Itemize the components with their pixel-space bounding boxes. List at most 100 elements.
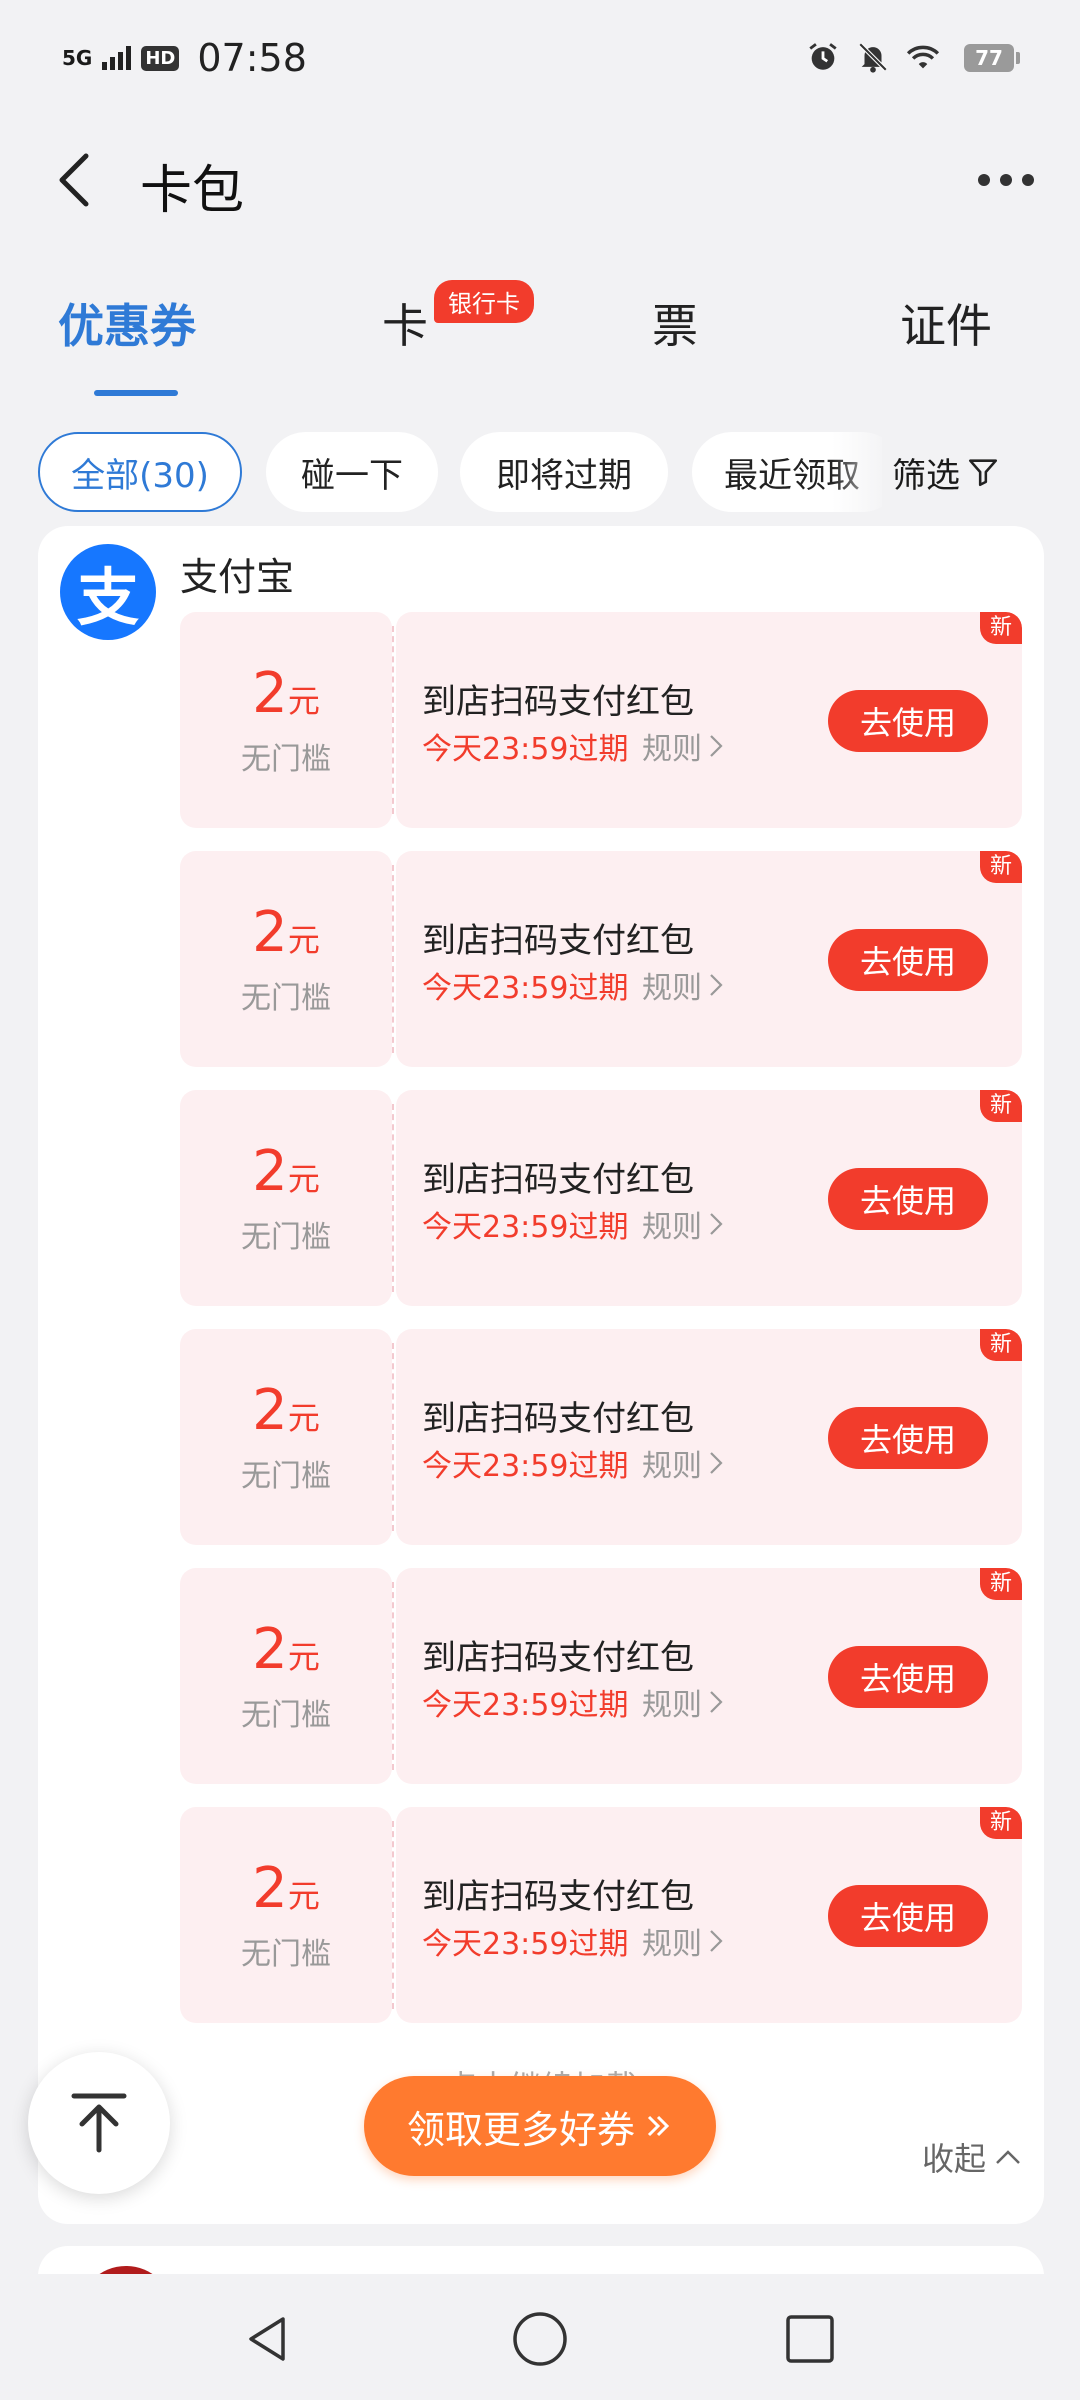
coupon-name: 到店扫码支付红包: [422, 682, 694, 722]
use-coupon-button[interactable]: 去使用: [828, 1407, 988, 1469]
triangle-back-icon: [249, 2317, 285, 2361]
use-coupon-button[interactable]: 去使用: [828, 929, 988, 991]
chevron-right-icon: [710, 974, 723, 996]
coupon-expiry: 今天23:59过期: [422, 971, 629, 1006]
coupon-info-panel: 到店扫码支付红包 今天23:59过期 规则 去使用 新: [396, 1568, 1022, 1784]
filter-button[interactable]: 筛选: [882, 432, 1042, 512]
new-badge: 新: [980, 1090, 1022, 1122]
amount-number: 2: [252, 1856, 288, 1921]
active-tab-indicator: [94, 390, 178, 396]
back-arrow-icon[interactable]: [50, 150, 100, 210]
coupon-item[interactable]: 2元无门槛 到店扫码支付红包今天23:59过期 规则 去使用 新: [180, 851, 1022, 1067]
rules-label: 规则: [642, 1927, 702, 1962]
coupon-rules-link[interactable]: 规则: [642, 1202, 724, 1246]
rules-label: 规则: [642, 732, 702, 767]
use-coupon-button[interactable]: 去使用: [828, 1168, 988, 1230]
coupon-name: 到店扫码支付红包: [422, 921, 694, 961]
hd-icon: HD: [141, 45, 180, 71]
use-coupon-button[interactable]: 去使用: [828, 1646, 988, 1708]
chevron-right-icon: [710, 1213, 723, 1235]
rules-label: 规则: [642, 1210, 702, 1245]
rules-label: 规则: [642, 1688, 702, 1723]
more-options-icon[interactable]: [978, 160, 1034, 200]
coupon-expiry: 今天23:59过期: [422, 1210, 629, 1245]
chevron-right-icon: [710, 1452, 723, 1474]
coupon-condition: 无门槛: [241, 981, 331, 1016]
tab-ids[interactable]: 证件: [900, 290, 992, 356]
coupon-value-panel: 2元无门槛: [180, 1329, 392, 1545]
collapse-label: 收起: [921, 2140, 986, 2178]
chip-expiring[interactable]: 即将过期: [460, 432, 668, 512]
amount-number: 2: [252, 1139, 288, 1204]
coupon-amount: 2元: [180, 1861, 392, 1917]
chip-tap[interactable]: 碰一下: [266, 432, 438, 512]
coupon-expiry: 今天23:59过期: [422, 1449, 629, 1484]
new-badge: 新: [980, 1807, 1022, 1839]
bank-card-badge: 银行卡: [434, 280, 534, 323]
rules-label: 规则: [642, 1449, 702, 1484]
coupon-name: 到店扫码支付红包: [422, 1160, 694, 1200]
coupon-name: 到店扫码支付红包: [422, 1399, 694, 1439]
network-type: 5G: [62, 46, 93, 70]
coupon-item[interactable]: 2元 无门槛 到店扫码支付红包 今天23:59过期 规则 去使用新: [180, 1807, 1022, 2023]
clock: 07:58: [197, 36, 307, 80]
coupon-amount: 2元: [180, 1622, 392, 1678]
coupon-condition: 无门槛: [241, 1698, 331, 1733]
collapse-button[interactable]: 收起: [922, 2134, 1022, 2180]
new-badge: 新: [980, 1329, 1022, 1361]
coupon-expiry: 今天23:59过期: [422, 732, 629, 767]
chevron-up-icon: [996, 2150, 1020, 2164]
coupon-divider: [392, 865, 394, 1053]
amount-unit: 元: [287, 1160, 320, 1198]
get-more-coupons-button[interactable]: 领取更多好券: [364, 2076, 716, 2176]
coupon-condition: 无门槛: [241, 1220, 331, 1255]
coupon-expiry: 今天23:59过期: [422, 1688, 629, 1723]
amount-unit: 元: [287, 682, 320, 720]
nav-home-button[interactable]: [505, 2304, 575, 2374]
double-chevron-right-icon: [647, 2115, 670, 2137]
amount-unit: 元: [287, 1638, 320, 1676]
tab-cards[interactable]: 卡: [382, 290, 428, 356]
rules-label: 规则: [642, 971, 702, 1006]
coupon-info-panel: 到店扫码支付红包今天23:59过期 规则 去使用 新: [396, 851, 1022, 1067]
alipay-logo: 支: [60, 544, 156, 640]
get-more-label: 领取更多好券: [406, 2107, 635, 2152]
use-coupon-button[interactable]: 去使用: [828, 1885, 988, 1947]
coupon-amount: 2元: [180, 905, 392, 961]
coupon-rules-link[interactable]: 规则: [642, 1680, 724, 1724]
new-badge: 新: [980, 612, 1022, 644]
tab-coupons[interactable]: 优惠券: [58, 290, 196, 356]
alarm-icon: [809, 43, 837, 70]
coupon-amount: 2元: [180, 1383, 392, 1439]
coupon-amount: 2元: [180, 666, 392, 722]
coupon-info-panel: 到店扫码支付红包今天23:59过期 规则 去使用 新: [396, 1329, 1022, 1545]
amount-number: 2: [252, 1617, 288, 1682]
coupon-rules-link[interactable]: 规则: [642, 1919, 724, 1963]
coupon-rules-link[interactable]: 规则: [642, 1441, 724, 1485]
coupon-divider: [392, 1582, 394, 1770]
coupon-rules-link[interactable]: 规则: [642, 963, 724, 1007]
coupon-rules-link[interactable]: 规则: [642, 724, 724, 768]
signal-icon: [102, 46, 132, 70]
issuer-name: 支付宝: [180, 555, 295, 599]
coupon-condition: 无门槛: [241, 1459, 331, 1494]
issuer-card: 支 支付宝 2元 无门槛 到店扫码支付红包 今天23:59过期 规则 去使用新 2元 无门槛到…: [38, 526, 1044, 2224]
coupon-item[interactable]: 2元 无门槛 到店扫码支付红包 今天23:59过期 规则 去使用新: [180, 1568, 1022, 1784]
status-bar: 5G HD 07:58 77: [0, 0, 1080, 120]
use-coupon-button[interactable]: 去使用: [828, 690, 988, 752]
tab-tickets[interactable]: 票: [652, 290, 698, 356]
coupon-item[interactable]: 2元无门槛 到店扫码支付红包今天23:59过期 规则 去使用 新: [180, 1090, 1022, 1306]
nav-recents-button[interactable]: [775, 2304, 845, 2374]
coupon-value-panel: 2元无门槛: [180, 1807, 392, 2023]
coupon-condition: 无门槛: [241, 1937, 331, 1972]
coupon-item[interactable]: 2元 无门槛 到店扫码支付红包 今天23:59过期 规则 去使用新: [180, 612, 1022, 828]
coupon-item[interactable]: 2元 无门槛 到店扫码支付红包 今天23:59过期 规则 去使用新: [180, 1329, 1022, 1545]
amount-number: 2: [252, 661, 288, 726]
coupon-name: 到店扫码支付红包: [422, 1638, 694, 1678]
coupon-amount: 2元: [180, 1144, 392, 1200]
back-to-top-button[interactable]: [28, 2052, 170, 2194]
square-recents-icon: [786, 2315, 834, 2363]
nav-back-button[interactable]: [232, 2304, 302, 2374]
new-badge: 新: [980, 851, 1022, 883]
chip-all[interactable]: 全部(30): [38, 432, 242, 512]
